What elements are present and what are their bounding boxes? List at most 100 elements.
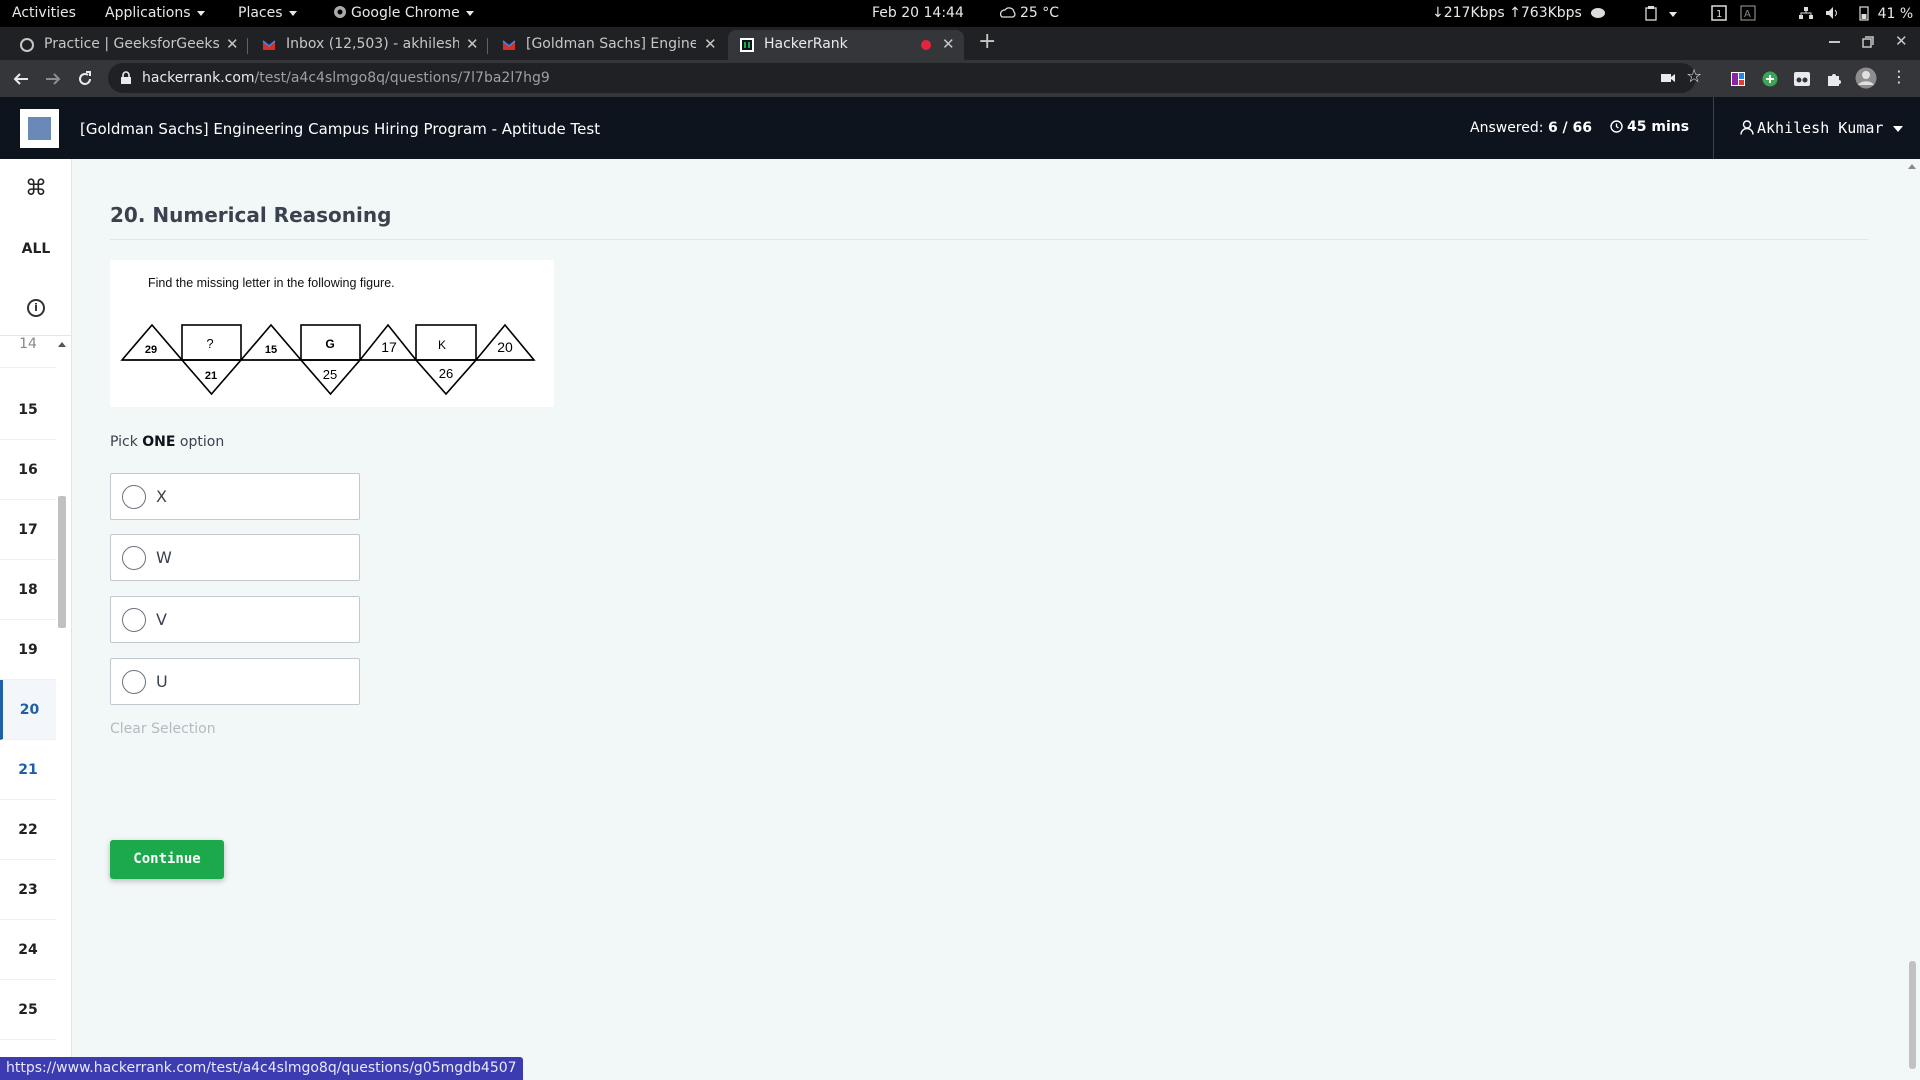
tab-goldman-sachs[interactable]: [Goldman Sachs] Engineering ✕ [490,30,726,60]
question-nav-14[interactable]: 14 [0,320,56,368]
extension-glasses-icon[interactable] [1793,71,1811,87]
all-questions-button[interactable]: ALL [0,241,72,257]
tab-title: Inbox (12,503) - akhileshdubey [286,36,459,52]
timer: 45 mins [1610,119,1689,135]
url-domain: hackerrank.com [142,70,255,86]
question-panel: 20. Numerical Reasoning Find the missing… [72,159,1904,1080]
radio-button[interactable] [122,608,146,632]
chrome-icon [334,6,346,18]
test-title: [Goldman Sachs] Engineering Campus Hirin… [80,120,601,138]
question-nav-16[interactable]: 16 [0,440,56,500]
figure-letter: G [325,337,334,351]
forward-arrow-icon[interactable] [45,71,61,87]
answered-label: Answered: [1470,120,1544,136]
activities-button[interactable]: Activities [12,5,76,21]
continue-button[interactable]: Continue [110,840,224,879]
clear-selection-link[interactable]: Clear Selection [110,721,216,737]
link-status-url: https://www.hackerrank.com/test/a4c4slmg… [0,1057,523,1080]
sidebar-scrollbar[interactable] [58,346,66,1046]
recording-dot-icon [921,40,931,50]
page-scrollbar[interactable] [1904,159,1920,1080]
question-nav-22[interactable]: 22 [0,800,56,860]
back-arrow-icon[interactable] [13,71,29,87]
close-icon[interactable]: ✕ [704,35,717,53]
figure-diagram: 29 15 17 20 ? G K 21 25 26 [120,323,536,396]
address-bar[interactable]: hackerrank.com/test/a4c4slmgo8q/question… [108,63,1702,93]
sidebar-scroll-thumb[interactable] [58,496,66,628]
figure-letter: K [438,338,446,352]
gmail-icon [502,40,516,50]
close-icon[interactable]: ✕ [942,35,955,53]
restore-icon[interactable] [1862,36,1874,48]
extension-plus-icon[interactable] [1762,71,1778,87]
question-nav-20[interactable]: 20 [0,680,56,740]
extensions-puzzle-icon[interactable] [1826,71,1842,87]
question-nav-19[interactable]: 19 [0,620,56,680]
user-menu[interactable]: Akhilesh Kumar [1740,119,1904,137]
chevron-down-icon [196,10,205,16]
option-x[interactable]: X [110,473,360,520]
network-speed: ↓217Kbps ↑763Kbps [1432,5,1582,21]
tab-title: HackerRank [764,36,848,52]
figure-number: 15 [265,344,277,356]
page-scroll-thumb[interactable] [1909,961,1916,1069]
option-label: U [156,672,168,691]
info-icon[interactable]: i [27,299,45,317]
option-v[interactable]: V [110,596,360,643]
tab-inbox[interactable]: Inbox (12,503) - akhileshdubey ✕ [250,30,488,60]
hackerrank-icon [740,38,754,52]
reload-icon[interactable] [77,71,93,87]
bookmark-star-icon[interactable]: ☆ [1686,66,1702,87]
new-tab-button[interactable]: + [978,29,996,54]
places-menu[interactable]: Places [238,5,297,21]
app-menu[interactable]: Google Chrome [333,5,474,21]
radio-button[interactable] [122,485,146,509]
svg-text:A: A [1744,9,1751,20]
tab-geeksforgeeks[interactable]: Practice | GeeksforGeeks | A computer sc… [8,30,248,60]
figure-number: 21 [205,370,217,382]
radio-button[interactable] [122,546,146,570]
option-u[interactable]: U [110,658,360,705]
indicator-icons[interactable]: 1 A 41 % [1590,5,1920,22]
places-label: Places [238,5,283,21]
option-w[interactable]: W [110,534,360,581]
chevron-down-icon [1668,11,1677,17]
close-icon[interactable]: ✕ [466,35,479,53]
question-nav-25[interactable]: 25 [0,980,56,1040]
camera-icon[interactable] [1660,72,1676,84]
title-divider [110,239,1868,240]
browser-menu-icon[interactable]: ⋮ [1891,67,1907,86]
browser-toolbar: hackerrank.com/test/a4c4slmgo8q/question… [0,60,1920,97]
scroll-up-arrow[interactable] [1908,164,1916,169]
chevron-down-icon [288,10,297,16]
clock[interactable]: Feb 20 14:44 [872,5,964,21]
battery-level: 41 % [1877,6,1914,22]
applications-label: Applications [105,5,191,21]
question-nav-15[interactable]: 15 [0,380,56,440]
extension-colorful-icon[interactable] [1730,71,1746,87]
minimize-icon[interactable] [1829,41,1840,43]
answered-value: 6 / 66 [1547,120,1593,136]
volume-icon [1825,7,1837,19]
profile-avatar-icon[interactable] [1855,67,1877,89]
weather-widget[interactable]: 25 °C [1000,5,1059,21]
question-nav-21[interactable]: 21 [0,740,56,800]
close-icon[interactable]: ✕ [226,35,239,53]
logo-mark [28,117,51,140]
tab-title: [Goldman Sachs] Engineering [526,36,696,52]
window-close-icon[interactable]: ✕ [1895,32,1908,50]
tab-hackerrank[interactable]: HackerRank ✕ [728,30,964,60]
user-name: Akhilesh Kumar [1757,119,1884,137]
weather-cloud-icon [1000,7,1016,18]
tab-title: Practice | GeeksforGeeks | A computer sc… [44,36,219,52]
command-icon[interactable]: ⌘ [0,176,72,201]
radio-button[interactable] [122,670,146,694]
pick-instruction: Pick ONE option [110,434,224,450]
question-nav-18[interactable]: 18 [0,560,56,620]
weather-temp: 25 °C [1020,5,1060,21]
question-nav-23[interactable]: 23 [0,860,56,920]
tab-separator [247,38,248,54]
applications-menu[interactable]: Applications [105,5,205,21]
question-nav-17[interactable]: 17 [0,500,56,560]
question-nav-24[interactable]: 24 [0,920,56,980]
